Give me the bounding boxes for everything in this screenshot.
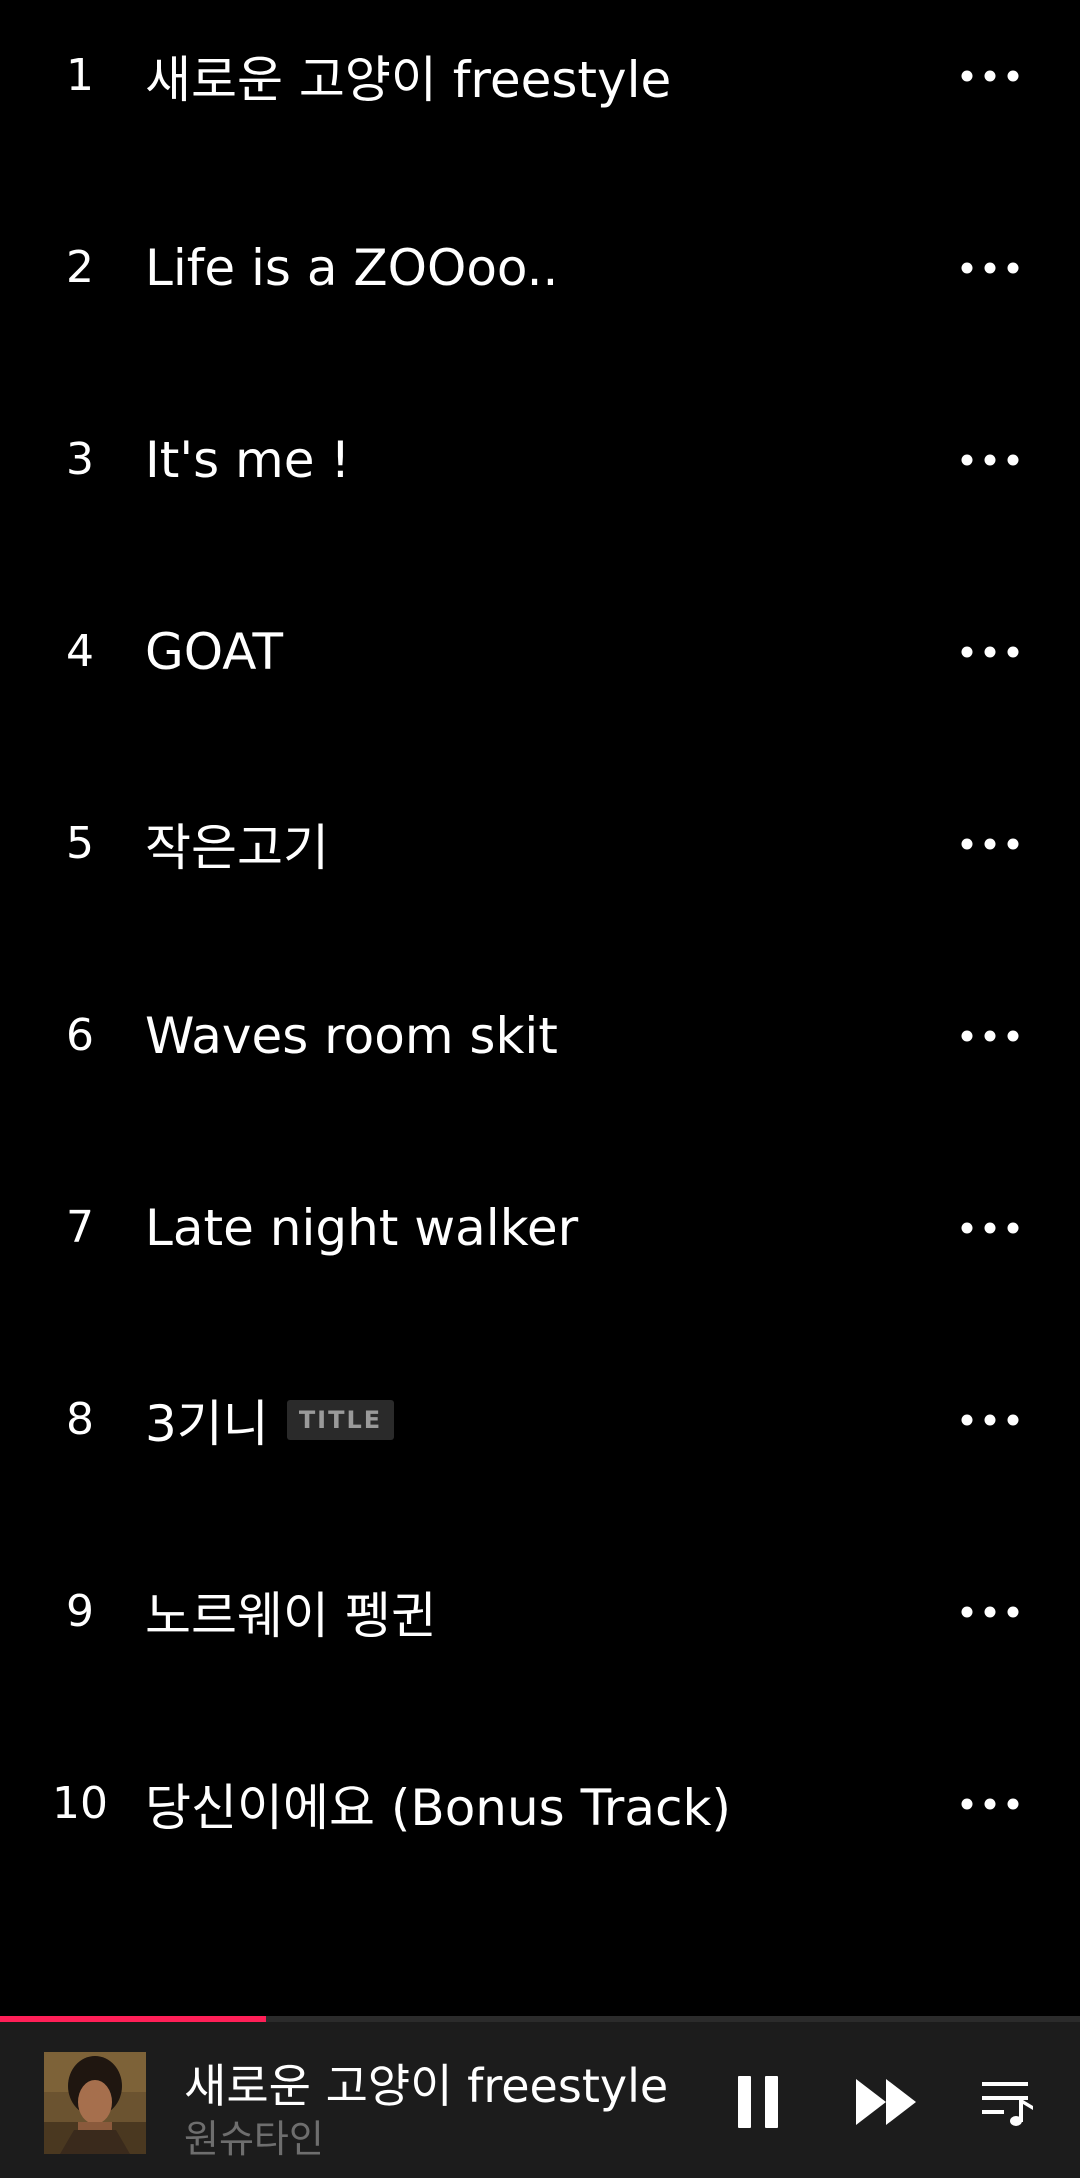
- track-number: 7: [66, 1202, 94, 1253]
- more-horizontal-icon: [961, 1798, 1019, 1810]
- track-title: 작은고기: [145, 819, 329, 877]
- track-title-container: GOAT: [145, 592, 283, 712]
- track-title-container: 당신이에요 (Bonus Track): [145, 1744, 731, 1864]
- more-options-button[interactable]: [940, 420, 1040, 500]
- more-options-button[interactable]: [940, 1764, 1040, 1844]
- fast-forward-icon: [856, 2079, 916, 2125]
- album-art-image: [44, 2052, 146, 2154]
- track-row[interactable]: 4 GOAT: [0, 592, 1080, 712]
- track-title-container: 노르웨이 펭귄: [145, 1552, 437, 1672]
- track-number: 8: [66, 1394, 94, 1445]
- now-playing-artist[interactable]: 원슈타인: [184, 2108, 324, 2163]
- title-track-badge: TITLE: [286, 1400, 395, 1440]
- track-number: 3: [66, 434, 94, 485]
- playlist-queue-icon: [982, 2082, 1033, 2126]
- track-row[interactable]: 1 새로운 고양이 freestyle: [0, 16, 1080, 136]
- track-title: Life is a ZOOoo..: [145, 239, 559, 297]
- more-horizontal-icon: [961, 262, 1019, 274]
- track-row[interactable]: 8 3기니 TITLE: [0, 1360, 1080, 1480]
- track-title-container: Waves room skit: [145, 976, 558, 1096]
- track-row[interactable]: 10 당신이에요 (Bonus Track): [0, 1744, 1080, 1864]
- track-number: 2: [66, 242, 94, 293]
- track-title: 3기니: [145, 1395, 269, 1453]
- track-title-container: 작은고기: [145, 784, 329, 904]
- track-title: GOAT: [145, 623, 284, 681]
- playback-progress-bar[interactable]: [0, 2016, 1080, 2022]
- track-title-container: 3기니 TITLE: [145, 1360, 395, 1480]
- track-row[interactable]: 2 Life is a ZOOoo..: [0, 208, 1080, 328]
- track-number: 1: [66, 50, 94, 101]
- more-options-button[interactable]: [940, 1188, 1040, 1268]
- track-number: 9: [66, 1586, 94, 1637]
- more-options-button[interactable]: [940, 1380, 1040, 1460]
- pause-icon: [738, 2076, 778, 2128]
- next-track-button[interactable]: [836, 2052, 936, 2152]
- now-playing-title[interactable]: 새로운 고양이 freestyle: [184, 2050, 668, 2116]
- track-title: Waves room skit: [145, 1007, 558, 1065]
- album-art[interactable]: [44, 2052, 146, 2154]
- playlist-queue-button[interactable]: [958, 2052, 1058, 2152]
- more-horizontal-icon: [961, 70, 1019, 82]
- track-number: 6: [66, 1010, 94, 1061]
- track-title-container: Late night walker: [145, 1168, 578, 1288]
- track-title-container: Life is a ZOOoo..: [145, 208, 558, 328]
- track-title-container: It's me !: [145, 400, 350, 520]
- more-options-button[interactable]: [940, 996, 1040, 1076]
- track-title-container: 새로운 고양이 freestyle: [145, 16, 671, 136]
- track-row[interactable]: 3 It's me !: [0, 400, 1080, 520]
- track-number: 10: [52, 1778, 108, 1829]
- track-row[interactable]: 7 Late night walker: [0, 1168, 1080, 1288]
- more-options-button[interactable]: [940, 804, 1040, 884]
- track-row[interactable]: 5 작은고기: [0, 784, 1080, 904]
- track-row[interactable]: 9 노르웨이 펭귄: [0, 1552, 1080, 1672]
- track-title: 노르웨이 펭귄: [145, 1587, 437, 1645]
- playback-progress-fill: [0, 2016, 266, 2022]
- more-horizontal-icon: [961, 1222, 1019, 1234]
- more-horizontal-icon: [961, 1606, 1019, 1618]
- more-horizontal-icon: [961, 1030, 1019, 1042]
- track-row[interactable]: 6 Waves room skit: [0, 976, 1080, 1096]
- track-title: 새로운 고양이 freestyle: [145, 51, 672, 109]
- more-options-button[interactable]: [940, 228, 1040, 308]
- more-horizontal-icon: [961, 454, 1019, 466]
- track-number: 4: [66, 626, 94, 677]
- mini-player[interactable]: 새로운 고양이 freestyle 원슈타인: [0, 2016, 1080, 2178]
- more-horizontal-icon: [961, 838, 1019, 850]
- more-horizontal-icon: [961, 646, 1019, 658]
- track-number: 5: [66, 818, 94, 869]
- more-options-button[interactable]: [940, 36, 1040, 116]
- more-options-button[interactable]: [940, 612, 1040, 692]
- track-title: It's me !: [145, 431, 351, 489]
- track-title: 당신이에요 (Bonus Track): [145, 1779, 731, 1837]
- more-options-button[interactable]: [940, 1572, 1040, 1652]
- more-horizontal-icon: [961, 1414, 1019, 1426]
- track-title: Late night walker: [145, 1199, 579, 1257]
- track-list: 1 새로운 고양이 freestyle 2 Life is a ZOOoo.. …: [0, 0, 1080, 2016]
- pause-button[interactable]: [708, 2052, 808, 2152]
